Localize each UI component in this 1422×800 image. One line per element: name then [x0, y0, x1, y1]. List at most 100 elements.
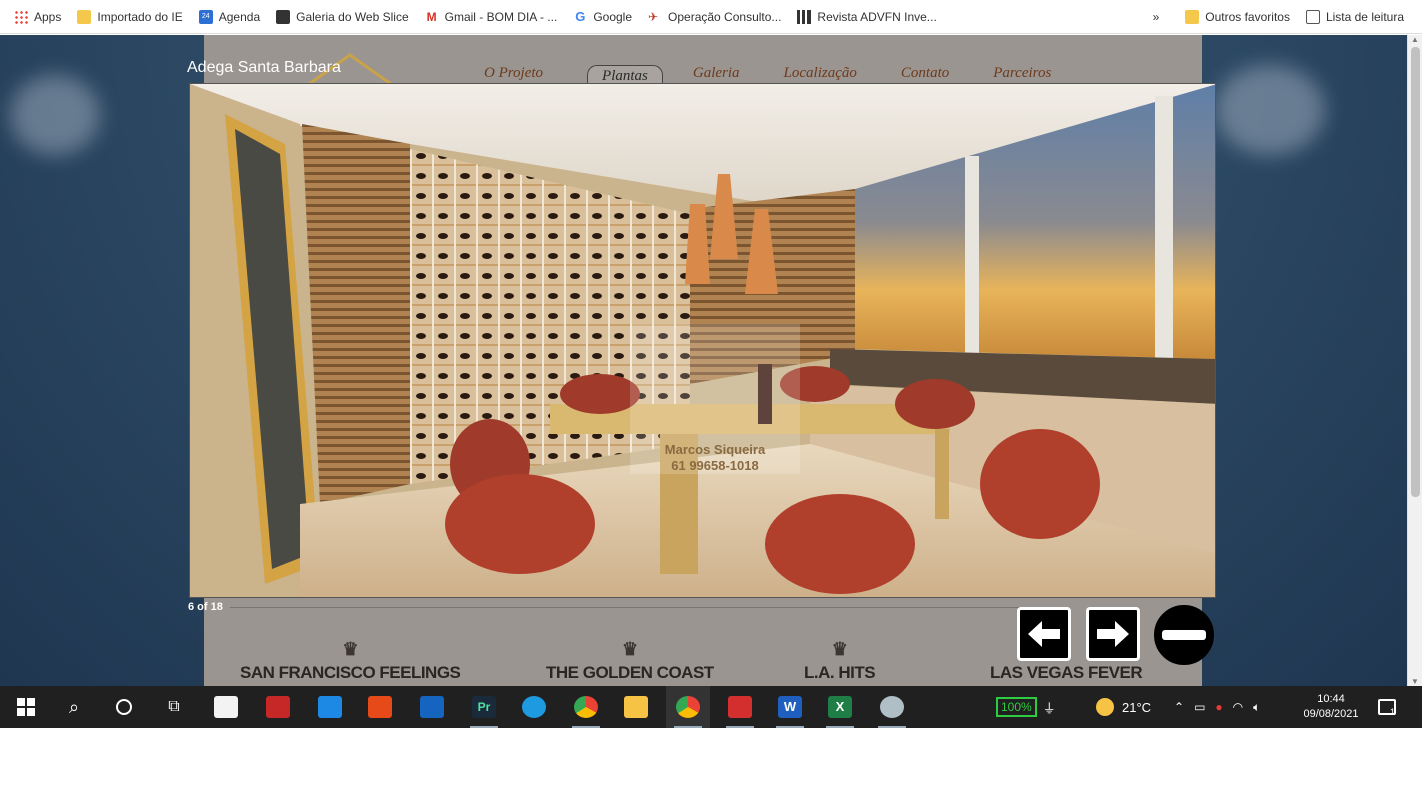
red-app-icon [266, 696, 290, 718]
plug-icon: ⏚ [1042, 700, 1056, 716]
gallery-image[interactable]: Marcos Siqueira 61 99658-1018 [189, 83, 1216, 598]
bookmark-label: Galeria do Web Slice [296, 9, 409, 24]
apps-grid-icon [14, 9, 28, 24]
chevron-up-icon[interactable]: ⌃ [1174, 700, 1184, 714]
background-cloud [10, 75, 100, 155]
site-title: Adega Santa Barbara [187, 59, 341, 76]
bookmark-gmail[interactable]: M Gmail - BOM DIA - ... [419, 5, 564, 29]
taskbar-paint[interactable] [870, 686, 914, 728]
blue-app-icon [420, 696, 444, 718]
document-icon [368, 696, 392, 718]
image-watermark: Marcos Siqueira 61 99658-1018 [630, 324, 800, 474]
notification-icon [1378, 699, 1396, 715]
excel-icon: X [828, 696, 852, 718]
bookmark-label: Importado do IE [97, 9, 183, 24]
nav-o-projeto[interactable]: O Projeto [470, 65, 557, 85]
nav-plantas[interactable]: Plantas [587, 65, 663, 85]
taskbar-chrome-profile[interactable] [564, 686, 608, 728]
search-icon: ⌕ [68, 696, 80, 717]
crown-icon: ♛ [342, 639, 359, 659]
folder-icon [1185, 10, 1200, 24]
taskbar-acrobat[interactable] [718, 686, 762, 728]
watermark-phone: 61 99658-1018 [671, 458, 759, 473]
calendar-icon: 24 [198, 9, 213, 24]
task-view-button[interactable]: ⧉ [152, 686, 196, 728]
taskbar-word[interactable]: W [768, 686, 812, 728]
bookmark-agenda[interactable]: 24 Agenda [193, 5, 266, 29]
scroll-up-icon[interactable]: ▲ [1411, 35, 1419, 44]
album-san-francisco[interactable]: ♛ SAN FRANCISCO FEELINGS [240, 639, 461, 683]
nav-contato[interactable]: Contato [887, 65, 963, 85]
folder-icon [624, 696, 648, 718]
windows-taskbar: ⌕ ⧉ Pr W X 100% ⏚ 21°C ⌃ ▭ ● ◠ 🔈︎ 10:44 … [0, 686, 1422, 728]
close-minus-icon [1162, 630, 1206, 640]
bookmark-label: Agenda [218, 9, 261, 24]
crown-icon: ♛ [622, 639, 638, 659]
more-bookmarks-button[interactable]: » [1147, 5, 1166, 29]
network-icon[interactable]: ▭ [1194, 700, 1205, 714]
taskbar-excel[interactable]: X [818, 686, 862, 728]
bookmark-outros-favoritos[interactable]: Outros favoritos [1179, 5, 1296, 29]
taskbar-edge[interactable] [512, 686, 556, 728]
bookmark-google[interactable]: G Google [567, 5, 638, 29]
close-gallery-button[interactable] [1154, 605, 1214, 665]
taskbar-premiere[interactable]: Pr [462, 686, 506, 728]
app-tray-icon[interactable]: ● [1215, 700, 1222, 714]
paint-palette-icon [880, 696, 904, 718]
bookmark-label: Apps [34, 9, 62, 24]
web-page: Adega Santa Barbara O Projeto Plantas Ga… [0, 35, 1407, 686]
edge-icon [522, 696, 546, 718]
battery-indicator[interactable]: 100% ⏚ [996, 686, 1056, 728]
image-counter: 6 of 18 [188, 601, 223, 613]
background-cloud [1215, 65, 1325, 155]
bookmark-apps[interactable]: Apps [8, 5, 67, 29]
bookmark-label: Lista de leitura [1325, 10, 1404, 24]
chart-bars-icon [797, 9, 812, 24]
gmail-icon: M [426, 9, 437, 24]
page-scrollbar[interactable]: ▲ ▼ [1407, 35, 1422, 686]
clock[interactable]: 10:44 09/08/2021 [1298, 686, 1364, 728]
task-view-icon: ⧉ [168, 698, 180, 715]
clock-time: 10:44 [1317, 693, 1345, 705]
start-button[interactable] [4, 686, 48, 728]
scroll-down-icon[interactable]: ▼ [1411, 677, 1419, 686]
taskbar-app-red[interactable] [256, 686, 300, 728]
chrome-icon [574, 696, 598, 718]
cortana-circle-icon [116, 699, 132, 715]
nav-parceiros[interactable]: Parceiros [979, 65, 1065, 85]
bookmark-importado-ie[interactable]: Importado do IE [71, 5, 188, 29]
bookmark-label: Outros favoritos [1205, 10, 1290, 24]
bookmarks-bar: Apps Importado do IE 24 Agenda Galeria d… [0, 0, 1422, 34]
notification-center-button[interactable]: 1 [1378, 686, 1396, 728]
system-tray-icons: ⌃ ▭ ● ◠ 🔈︎ [1174, 686, 1260, 728]
album-golden-coast[interactable]: ♛ THE GOLDEN COAST [546, 639, 714, 683]
search-button[interactable]: ⌕ [52, 686, 96, 728]
album-la-hits[interactable]: ♛ L.A. HITS [804, 639, 876, 683]
google-icon: G [575, 8, 586, 24]
taskbar-app-blue[interactable] [410, 686, 454, 728]
taskbar-file-explorer[interactable] [614, 686, 658, 728]
wifi-icon[interactable]: ◠ [1233, 700, 1243, 714]
cortana-button[interactable] [102, 686, 146, 728]
album-las-vegas[interactable]: ♛ LAS VEGAS FEVER [990, 639, 1143, 683]
nav-localizacao[interactable]: Localização [770, 65, 871, 85]
bookmarks-right: » Outros favoritos Lista de leitura [1147, 5, 1414, 29]
taskbar-store[interactable] [204, 686, 248, 728]
taskbar-pdf-reader[interactable] [358, 686, 402, 728]
volume-icon[interactable]: 🔈︎ [1253, 700, 1260, 715]
weather-sun-icon [1096, 698, 1114, 716]
weather-widget[interactable]: 21°C [1096, 686, 1151, 728]
nav-galeria[interactable]: Galeria [679, 65, 754, 85]
bookmark-label: Google [593, 9, 633, 24]
scroll-thumb[interactable] [1411, 47, 1420, 497]
reading-list-button[interactable]: Lista de leitura [1300, 5, 1410, 29]
bookmark-label: Operação Consulto... [668, 9, 782, 24]
bookmark-operacao[interactable]: ✈ Operação Consulto... [642, 5, 787, 29]
taskbar-mail[interactable] [308, 686, 352, 728]
word-icon: W [778, 696, 802, 718]
bookmark-label: Revista ADVFN Inve... [817, 9, 937, 24]
bookmark-advfn[interactable]: Revista ADVFN Inve... [791, 5, 942, 29]
taskbar-chrome[interactable] [666, 686, 710, 728]
bookmark-label: Gmail - BOM DIA - ... [444, 9, 558, 24]
bookmark-web-slice[interactable]: Galeria do Web Slice [270, 5, 415, 29]
